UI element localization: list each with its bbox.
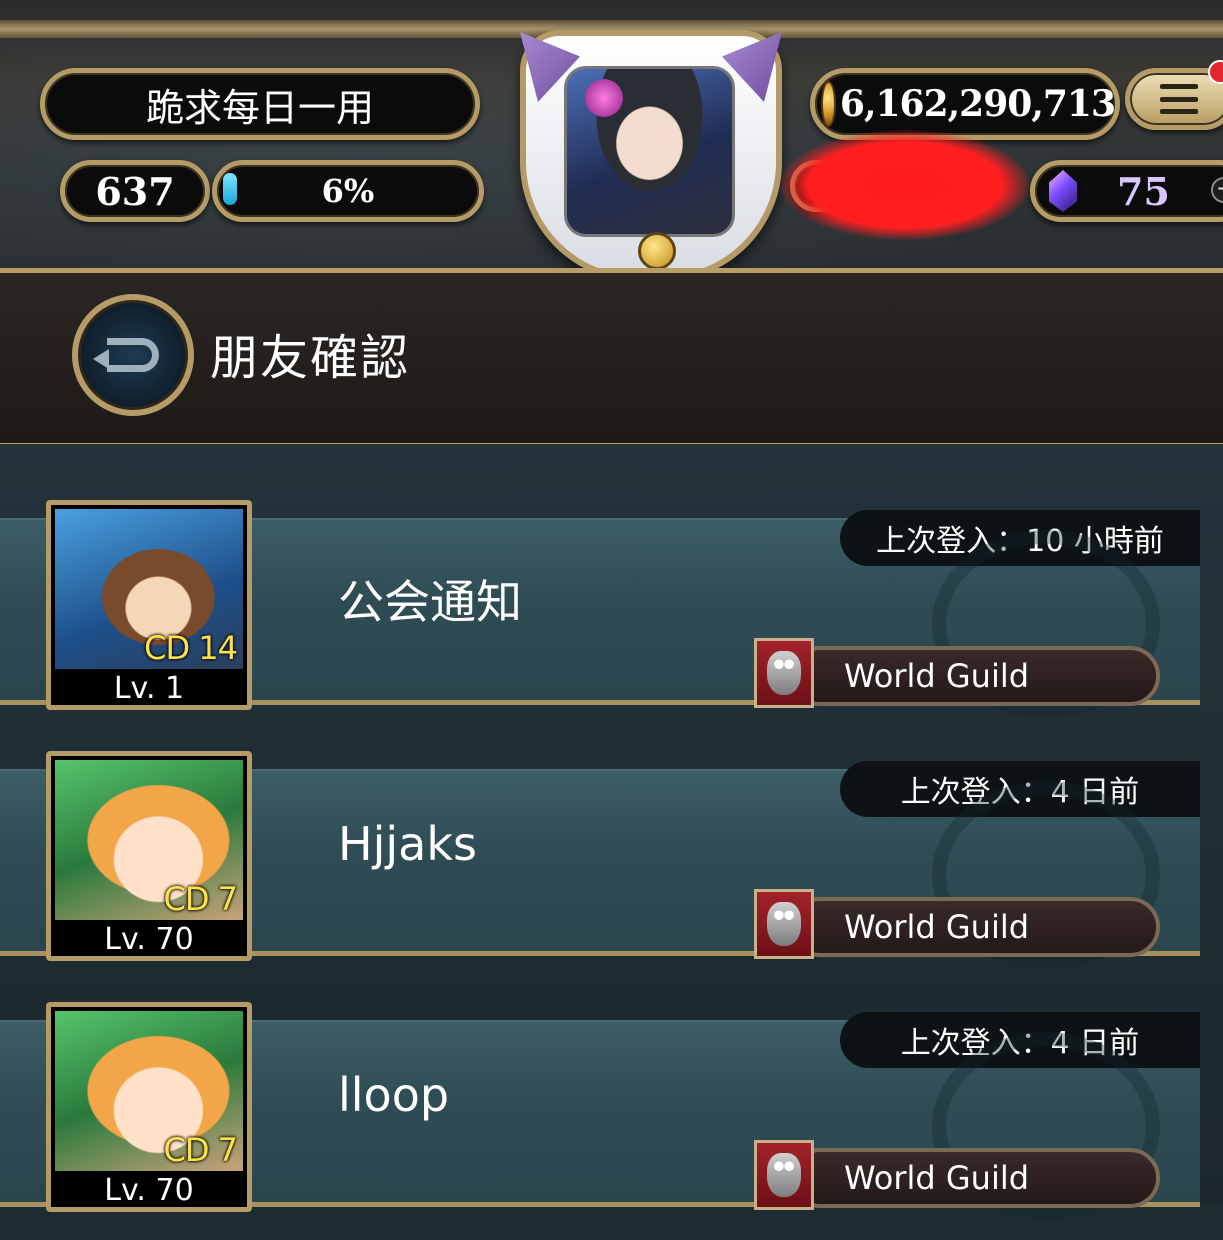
redaction-scribble — [780, 130, 1030, 240]
owl-icon — [767, 902, 801, 946]
owl-icon — [767, 1153, 801, 1197]
friend-row[interactable]: 上次登入：10 小時前 CD 14 Lv. 1 公会通知 World Guild — [0, 488, 1223, 738]
avatar-portrait — [564, 66, 735, 237]
friend-row[interactable]: 上次登入：4 日前 CD 7 Lv. 70 Hjjaks World Guild — [0, 739, 1223, 989]
avatar-gold-button-icon — [638, 232, 676, 270]
friend-cd: CD 14 — [144, 629, 238, 667]
friend-name: Hjjaks — [338, 817, 477, 871]
guild-emblem-icon — [754, 889, 814, 959]
back-button[interactable] — [72, 294, 194, 416]
player-name: 跪求每日一用 — [145, 85, 374, 130]
friend-portrait-frame: CD 7 Lv. 70 — [46, 751, 252, 961]
guild-emblem-icon — [754, 1140, 814, 1210]
rose-ornament-icon — [585, 79, 623, 117]
crystal-icon — [1049, 170, 1077, 212]
exp-bar: 6% — [212, 160, 484, 222]
guild-emblem-icon — [754, 638, 814, 708]
gold-coin-icon — [821, 81, 836, 127]
last-login-badge: 上次登入：4 日前 — [840, 1012, 1200, 1068]
friend-level: Lv. 1 — [113, 671, 185, 706]
friend-row[interactable]: 上次登入：4 日前 CD 7 Lv. 70 lloop World Guild — [0, 990, 1223, 1240]
gold-counter: 6,162,290,713 — [810, 68, 1120, 140]
guild-name: World Guild — [844, 908, 1030, 946]
last-login-badge: 上次登入：4 日前 — [840, 761, 1200, 817]
hamburger-menu-icon — [1160, 84, 1198, 114]
friend-name: lloop — [338, 1068, 450, 1122]
player-name-plate: 跪求每日一用 — [40, 68, 480, 140]
guild-name: World Guild — [844, 657, 1030, 695]
friend-name: 公会通知 — [338, 575, 522, 629]
player-avatar[interactable] — [520, 30, 782, 282]
gold-amount: 6,162,290,713 — [839, 83, 1116, 125]
add-crystal-plus-icon[interactable]: + — [1211, 177, 1223, 203]
guild-label: World Guild — [790, 1148, 1160, 1208]
last-login-badge: 上次登入：10 小時前 — [840, 510, 1200, 566]
player-level: 637 — [95, 168, 175, 214]
owl-icon — [767, 651, 801, 695]
player-level-plate: 637 — [60, 160, 210, 222]
exp-percent: 6% — [321, 172, 375, 210]
friend-level: Lv. 70 — [104, 1173, 194, 1208]
crystal-counter: 75 + — [1030, 160, 1223, 222]
guild-label: World Guild — [790, 646, 1160, 706]
friend-level: Lv. 70 — [104, 922, 194, 957]
crystal-amount: 75 — [1117, 168, 1170, 214]
back-arrow-icon — [93, 338, 159, 372]
page-title: 朋友確認 — [210, 330, 411, 386]
friend-portrait-frame: CD 7 Lv. 70 — [46, 1002, 252, 1212]
friend-cd: CD 7 — [163, 1131, 238, 1169]
guild-name: World Guild — [844, 1159, 1030, 1197]
guild-label: World Guild — [790, 897, 1160, 957]
friend-cd: CD 7 — [163, 880, 238, 918]
friend-portrait-frame: CD 14 Lv. 1 — [46, 500, 252, 710]
